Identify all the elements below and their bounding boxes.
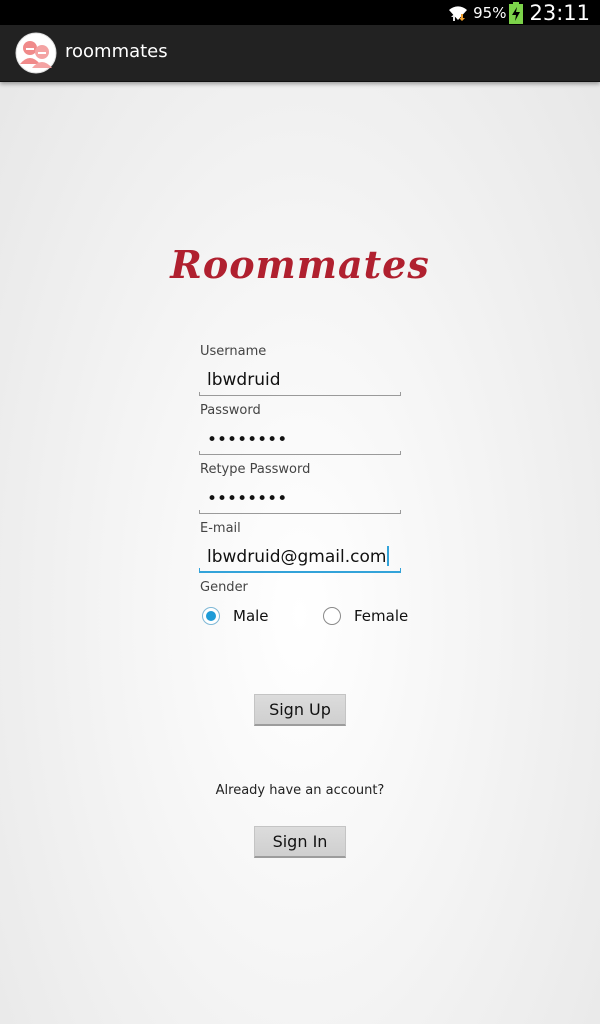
clock: 23:11 (529, 0, 590, 25)
text-cursor (387, 546, 390, 566)
status-icons: 95% 23:11 (447, 0, 590, 25)
username-field[interactable]: lbwdruid (199, 368, 401, 396)
email-value: lbwdruid@gmail.com (207, 547, 387, 567)
roommates-logo: Roommates (170, 242, 430, 287)
retype-password-label: Retype Password (200, 462, 311, 477)
app-title: roommates (65, 41, 168, 62)
username-label: Username (200, 344, 267, 359)
already-have-account-text: Already have an account? (215, 783, 385, 798)
status-bar: 95% 23:11 (0, 0, 600, 25)
sign-in-button[interactable]: Sign In (254, 826, 346, 858)
action-bar: roommates (0, 25, 600, 82)
gender-label: Gender (200, 580, 248, 595)
gender-male-label: Male (233, 607, 269, 625)
password-label: Password (200, 403, 261, 418)
password-value: •••••••• (207, 430, 288, 450)
battery-percent: 95% (473, 3, 507, 22)
battery-charging-icon (509, 1, 524, 24)
gender-female-label: Female (354, 607, 409, 625)
roommates-app-icon[interactable] (15, 32, 57, 74)
gender-female-radio[interactable]: Female (323, 604, 408, 628)
retype-password-value: •••••••• (207, 489, 288, 509)
email-value-wrap: lbwdruid@gmail.com (207, 546, 390, 567)
email-label: E-mail (200, 521, 241, 536)
gender-male-radio[interactable]: Male (202, 604, 269, 628)
username-value: lbwdruid (207, 370, 281, 390)
radio-unchecked-icon[interactable] (323, 607, 341, 625)
wifi-icon (449, 5, 468, 21)
sign-up-button[interactable]: Sign Up (254, 694, 346, 726)
password-field[interactable]: •••••••• (199, 427, 401, 455)
email-field[interactable]: lbwdruid@gmail.com (199, 545, 401, 573)
radio-checked-icon[interactable] (202, 607, 220, 625)
retype-password-field[interactable]: •••••••• (199, 486, 401, 514)
